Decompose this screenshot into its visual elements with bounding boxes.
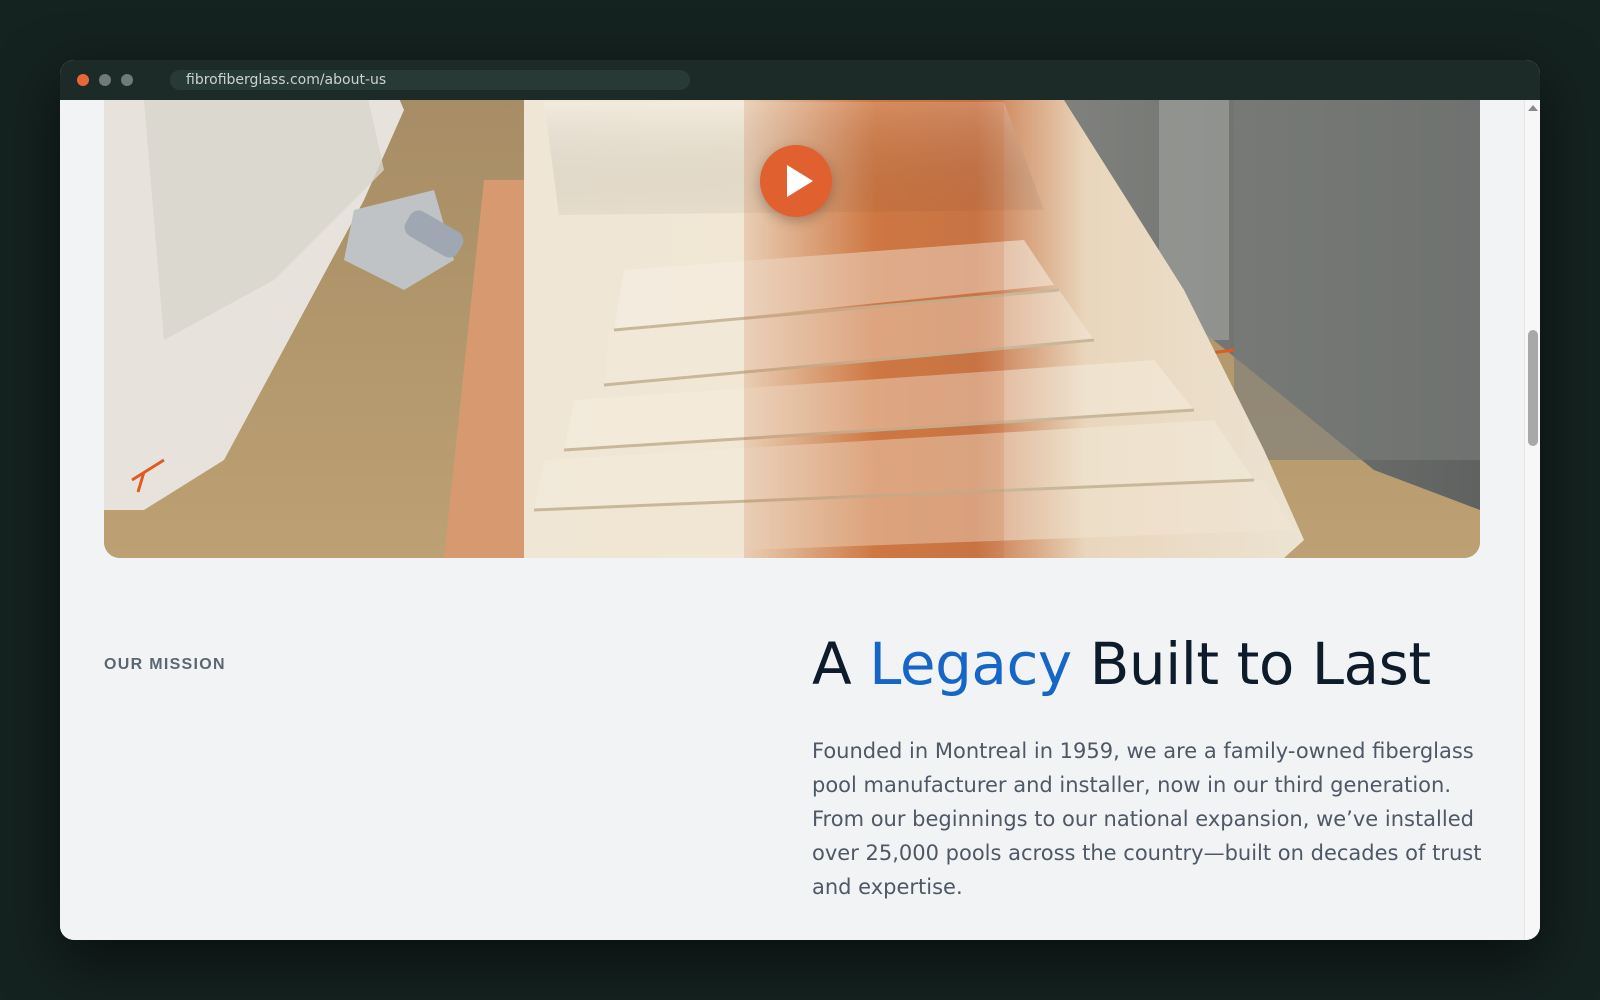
minimize-window-button[interactable] — [99, 74, 111, 86]
maximize-window-button[interactable] — [121, 74, 133, 86]
scrollbar-thumb[interactable] — [1528, 330, 1538, 446]
heading-accent: Legacy — [869, 630, 1072, 698]
browser-window: fibrofiberglass.com/about-us OUR MISSION… — [60, 60, 1540, 940]
mission-description: Founded in Montreal in 1959, we are a fa… — [812, 739, 1482, 899]
browser-titlebar: fibrofiberglass.com/about-us — [60, 60, 1540, 100]
close-window-button[interactable] — [77, 74, 89, 86]
factory-video[interactable] — [104, 100, 1480, 558]
heading-prefix: A — [812, 630, 870, 698]
play-icon — [787, 165, 813, 197]
section-label: OUR MISSION — [104, 656, 226, 673]
vertical-scrollbar[interactable] — [1524, 100, 1540, 940]
heading-suffix: Built to Last — [1071, 630, 1431, 698]
play-video-button[interactable] — [760, 145, 832, 217]
page-title: A Legacy Built to Last — [812, 630, 1431, 698]
page-viewport: OUR MISSION A Legacy Built to Last Found… — [60, 100, 1524, 940]
address-bar[interactable]: fibrofiberglass.com/about-us — [170, 70, 690, 90]
scroll-up-arrow-icon[interactable] — [1528, 105, 1538, 111]
